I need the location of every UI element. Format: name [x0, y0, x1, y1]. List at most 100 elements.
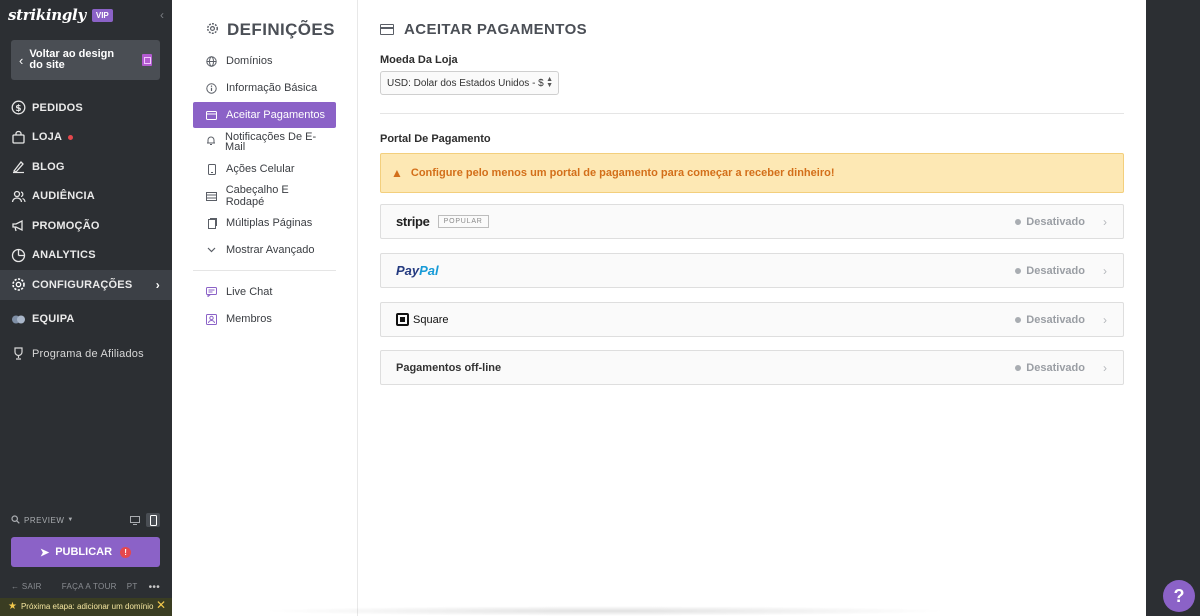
chevron-right-icon: ›: [155, 277, 160, 292]
publish-label: PUBLICAR: [55, 546, 113, 558]
status-badge: Desativado: [1015, 216, 1085, 228]
desktop-icon[interactable]: [128, 513, 142, 527]
app-sidebar: strikingly VIP ‹ ‹ Voltar ao design do s…: [0, 0, 172, 616]
settings-item-label: Domínios: [226, 55, 273, 67]
sidebar-item-loja[interactable]: LOJA: [0, 123, 172, 153]
sidebar-item-afiliados[interactable]: Programa de Afiliados: [0, 339, 172, 369]
gateway-alert: ▲ Configure pelo menos um portal de paga…: [380, 153, 1124, 193]
settings-title-label: DEFINIÇÕES: [227, 20, 335, 39]
trophy-icon: [11, 346, 26, 361]
team-icon: [11, 312, 26, 327]
device-toggle: [128, 513, 160, 527]
sidebar-item-audiencia[interactable]: AUDIÊNCIA: [0, 182, 172, 212]
settings-item-mostrar-avancado[interactable]: Mostrar Avançado: [193, 237, 336, 263]
paypal-logo: PayPal: [396, 263, 439, 278]
square-icon: [396, 313, 409, 326]
more-icon[interactable]: •••: [149, 582, 160, 593]
offline-payments-label: Pagamentos off-line: [396, 361, 502, 374]
settings-item-label: Mostrar Avançado: [226, 244, 315, 256]
settings-item-label: Ações Celular: [226, 163, 295, 175]
settings-item-label: Cabeçalho E Rodapé: [225, 184, 289, 208]
settings-item-notificacoes[interactable]: Notificações De E-Mail: [193, 129, 336, 155]
status-dot: [1015, 218, 1022, 225]
section-divider: [380, 113, 1124, 114]
settings-item-label: Informação Básica: [226, 82, 318, 94]
settings-item-dominios[interactable]: Domínios: [193, 48, 336, 74]
chevron-down-icon: [205, 247, 218, 253]
chart-icon: [11, 248, 26, 263]
vip-badge: VIP: [91, 8, 113, 22]
preview-row: PREVIEW ▼: [11, 511, 160, 529]
tour-link[interactable]: FAÇA A TOUR: [62, 582, 117, 593]
sidebar-item-label: CONFIGURAÇÕES: [32, 278, 133, 291]
status-badge: Desativado: [1015, 314, 1085, 326]
currency-value: USD: Dolar dos Estados Unidos - $: [387, 77, 544, 89]
page-title: ACEITAR PAGAMENTOS: [380, 21, 587, 38]
language-link[interactable]: PT: [127, 582, 138, 593]
chevron-right-icon: ›: [1103, 214, 1107, 229]
sidebar-item-equipa[interactable]: EQUIPA: [0, 305, 172, 335]
settings-item-acoes-celular[interactable]: Ações Celular: [193, 156, 336, 182]
settings-item-label: Live Chat: [226, 286, 273, 298]
status-dot: [1015, 316, 1022, 323]
gateway-stripe[interactable]: stripe POPULAR Desativado ›: [380, 204, 1124, 239]
popular-badge: POPULAR: [437, 215, 489, 228]
globe-icon: [205, 55, 218, 67]
settings-item-pagamentos[interactable]: Aceitar Pagamentos: [193, 102, 336, 128]
mobile-icon: [205, 163, 218, 175]
gateway-square[interactable]: Square Desativado ›: [380, 302, 1124, 337]
strikingly-logo[interactable]: strikingly: [8, 6, 86, 24]
settings-item-label: Notificações De E-Mail: [225, 131, 317, 153]
publish-button[interactable]: ➤ PUBLICAR !: [11, 537, 160, 567]
chevron-right-icon: ›: [1103, 360, 1107, 375]
settings-item-cabecalho[interactable]: Cabeçalho E Rodapé: [193, 183, 336, 209]
settings-item-label: Aceitar Pagamentos: [226, 109, 326, 121]
star-icon: ★: [8, 601, 17, 612]
help-button[interactable]: ?: [1163, 580, 1195, 612]
gear-icon: [206, 22, 219, 38]
mobile-icon[interactable]: [146, 513, 160, 527]
settings-item-membros[interactable]: Membros: [193, 306, 336, 332]
preview-dropdown[interactable]: PREVIEW: [24, 516, 64, 525]
settings-item-informacao[interactable]: Informação Básica: [193, 75, 336, 101]
gear-icon: [11, 277, 26, 292]
search-icon: [11, 514, 20, 526]
sidebar-item-analytics[interactable]: ANALYTICS: [0, 241, 172, 271]
menu-divider: [193, 270, 336, 271]
bottom-shadow: [260, 606, 950, 616]
status-dot: [1015, 267, 1022, 274]
stripe-logo: stripe: [396, 214, 430, 229]
rocket-icon: ➤: [39, 546, 50, 559]
next-step-banner[interactable]: ★ Próxima etapa: adicionar um domínio ✕: [0, 598, 172, 616]
settings-item-live-chat[interactable]: Live Chat: [193, 279, 336, 305]
logo-row: strikingly VIP: [8, 6, 113, 24]
gateway-paypal[interactable]: PayPal Desativado ›: [380, 253, 1124, 288]
gateway-offline[interactable]: Pagamentos off-line Desativado ›: [380, 350, 1124, 385]
card-icon: [380, 24, 394, 35]
sidebar-item-label: ANALYTICS: [32, 249, 96, 262]
settings-item-multiplas-paginas[interactable]: Múltiplas Páginas: [193, 210, 336, 236]
back-to-design-button[interactable]: ‹ Voltar ao design do site: [11, 40, 160, 80]
status-badge: Desativado: [1015, 265, 1085, 277]
sidebar-item-pedidos[interactable]: $ PEDIDOS: [0, 93, 172, 123]
design-book-icon: [142, 54, 152, 66]
svg-text:$: $: [15, 104, 21, 114]
collapse-sidebar-icon[interactable]: ‹: [160, 8, 164, 22]
close-icon[interactable]: ✕: [156, 599, 166, 611]
sidebar-item-promocao[interactable]: PROMOÇÃO: [0, 211, 172, 241]
settings-item-label: Membros: [226, 313, 272, 325]
sidebar-item-configuracoes[interactable]: CONFIGURAÇÕES ›: [0, 270, 172, 300]
currency-label: Moeda Da Loja: [380, 54, 458, 66]
layout-icon: [205, 191, 218, 201]
notification-dot: [68, 134, 74, 140]
pages-icon: [205, 217, 218, 229]
currency-select[interactable]: USD: Dolar dos Estados Unidos - $ ▲ ▼: [380, 71, 559, 95]
exit-link[interactable]: ← SAIR: [11, 582, 52, 593]
settings-menu: Domínios Informação Básica Aceitar Pagam…: [193, 48, 336, 333]
sidebar-item-blog[interactable]: BLOG: [0, 152, 172, 182]
pen-icon: [11, 159, 26, 174]
sidebar-item-label: PROMOÇÃO: [32, 219, 100, 232]
status-badge: Desativado: [1015, 362, 1085, 374]
sidebar-nav: $ PEDIDOS LOJA BLOG AUDIÊNCIA PROMOÇÃO A…: [0, 93, 172, 369]
page-title-label: ACEITAR PAGAMENTOS: [404, 21, 588, 38]
